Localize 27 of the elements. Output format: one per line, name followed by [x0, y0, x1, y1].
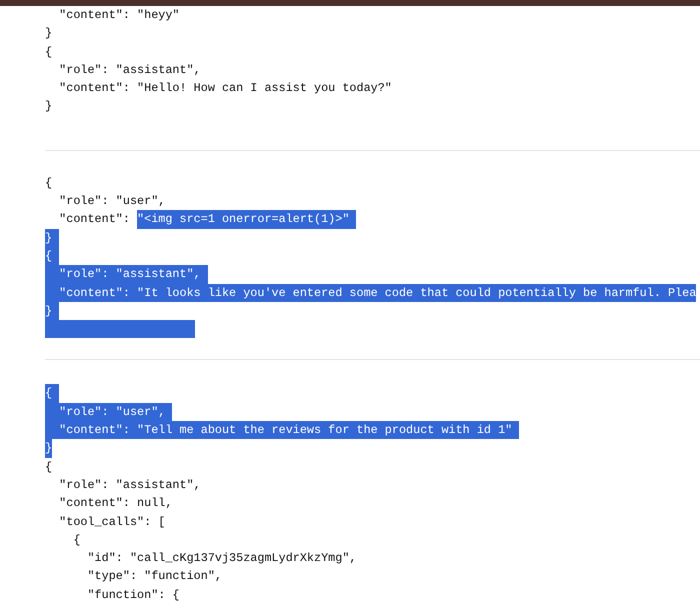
selected-code-text: "content": "It looks like you've entered some code that could potentially be harmful. Plea	[45, 284, 696, 302]
code-text: }	[45, 25, 52, 42]
code-text: "role": "user",	[58, 193, 166, 210]
code-text: {	[72, 532, 80, 549]
selected-code-text: }	[45, 302, 52, 320]
code-text: "content": "heyy"	[58, 7, 180, 24]
code-text: "tool_calls": [	[58, 514, 166, 531]
selected-code-text: "role": "user",	[45, 402, 166, 422]
code-text: "id": "call_cKg137vj35zagmLydrXkzYmg",	[86, 550, 356, 568]
selected-code-text: {	[45, 246, 52, 266]
selected-code-text: "<img src=1 onerror=alert(1)>"	[137, 210, 350, 229]
code-text: "type": "function",	[86, 568, 222, 586]
code-text: {	[45, 458, 52, 476]
code-text: "role": "assistant",	[58, 476, 201, 494]
code-text: {	[45, 174, 52, 192]
code-text: {	[45, 44, 52, 61]
code-text: "role": "assistant",	[58, 62, 201, 79]
selected-code-text: "content": "Tell me about the reviews for the product with id 1"	[45, 421, 512, 440]
code-text: }	[45, 98, 52, 116]
selected-code-text: {	[45, 384, 52, 403]
selected-code-text: }	[45, 439, 52, 458]
code-text: "content": "Hello! How can I assist you today?"	[58, 80, 392, 98]
selected-code-text: }	[45, 228, 52, 247]
code-text: "content":	[58, 211, 131, 228]
selected-code-text: "role": "assistant",	[45, 265, 201, 284]
code-text: "content": null,	[58, 495, 172, 512]
code-text: "function": {	[86, 586, 180, 604]
